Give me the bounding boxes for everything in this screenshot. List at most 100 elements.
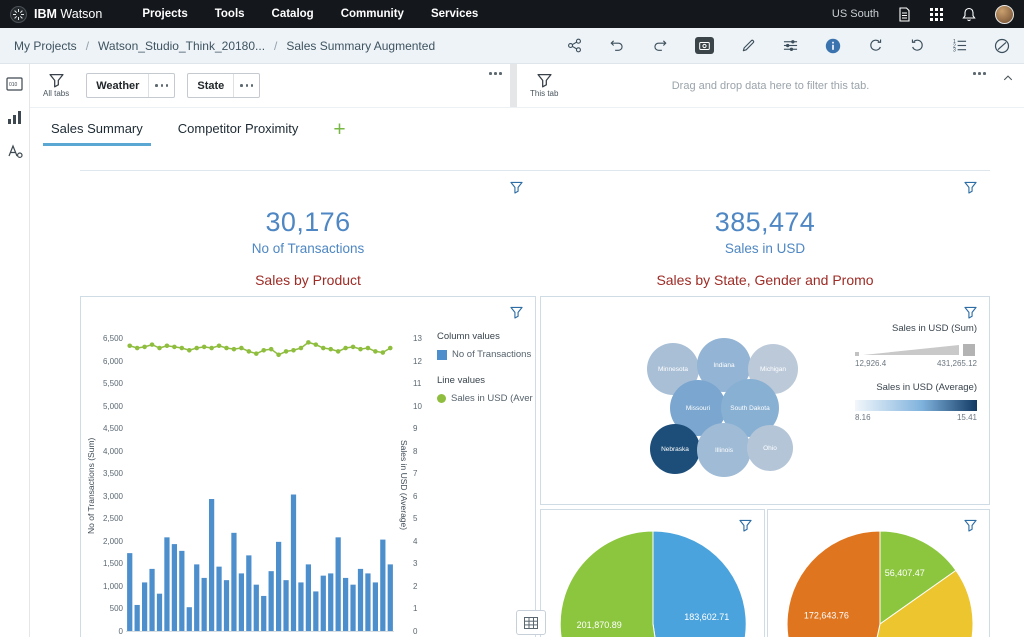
capture-button[interactable] (695, 37, 714, 54)
filter-chip-weather[interactable]: Weather (86, 73, 175, 98)
breadcrumb: My Projects / Watson_Studio_Think_20180.… (14, 39, 435, 53)
svg-text:Ohio: Ohio (763, 445, 777, 452)
watson-logo-icon (10, 6, 27, 23)
kpi-sales-value: 385,474 (715, 207, 815, 238)
share-icon[interactable] (567, 38, 582, 53)
nav-item-tools[interactable]: Tools (215, 8, 245, 20)
kpi-funnel-icon[interactable] (964, 181, 977, 194)
sales-by-state-chart[interactable]: MinnesotaIndianaMichiganMissouriSouth Da… (540, 296, 990, 505)
filter-drop-hint: Drag and drop data here to filter this t… (672, 80, 870, 92)
this-tab-funnel-icon (537, 73, 552, 88)
kpi-funnel-icon[interactable] (510, 181, 523, 194)
svg-text:Illinois: Illinois (715, 447, 734, 454)
breadcrumb-project[interactable]: Watson_Studio_Think_20180... (98, 39, 265, 53)
breadcrumb-dashboard[interactable]: Sales Summary Augmented (286, 39, 435, 53)
combo-plot[interactable] (126, 339, 394, 632)
chip-state-label: State (188, 80, 233, 92)
dashboard-tabs: Sales Summary Competitor Proximity + (30, 108, 1024, 146)
add-tab-button[interactable]: + (333, 121, 345, 146)
column-swatch (437, 350, 447, 360)
sliders-icon[interactable] (783, 38, 798, 53)
svg-text:Indiana: Indiana (713, 362, 735, 369)
legend-avg-label: Sales in USD (Average) (855, 382, 977, 393)
numbered-list-icon[interactable]: 123 (952, 38, 967, 53)
data-tray-button[interactable] (516, 610, 546, 635)
chart-funnel-icon[interactable] (510, 306, 523, 319)
redo-icon[interactable] (652, 38, 668, 53)
kpi-sales-label: Sales in USD (725, 241, 805, 256)
all-tabs-filter[interactable]: All tabs (43, 73, 69, 98)
more-options-icon[interactable] (973, 72, 986, 75)
region-label: US South (832, 8, 879, 20)
ibm-watson-brand[interactable]: IBM Watson (10, 6, 102, 23)
legend-column-label: No of Transactions (... (452, 349, 533, 360)
svg-text:Minnesota: Minnesota (658, 366, 688, 373)
reset-icon[interactable] (868, 38, 883, 53)
dashboard-canvas: 30,176 No of Transactions 385,474 Sales … (30, 146, 1024, 637)
legend-sum-max: 431,265.12 (937, 359, 977, 368)
this-tab-label: This tab (530, 89, 558, 98)
tab-competitor-proximity[interactable]: Competitor Proximity (178, 121, 299, 146)
legend-avg-min: 8.16 (855, 413, 871, 422)
more-options-icon[interactable] (489, 72, 502, 75)
refresh-icon[interactable] (910, 38, 925, 53)
pie-right-svg[interactable]: 56,407.47141,244.28172,643.76 (768, 510, 991, 637)
tab-sales-summary[interactable]: Sales Summary (51, 121, 143, 146)
nav-item-community[interactable]: Community (341, 8, 404, 20)
nav-item-projects[interactable]: Projects (142, 8, 187, 20)
svg-text:172,643.76: 172,643.76 (804, 610, 849, 620)
svg-text:183,602.71: 183,602.71 (684, 612, 729, 622)
svg-text:South Dakota: South Dakota (730, 405, 770, 412)
svg-text:Michigan: Michigan (760, 366, 786, 373)
pie-left-svg[interactable]: 183,602.71 201,870.89 (541, 510, 766, 637)
filter-row: All tabs Weather State This tab Drag (30, 64, 1024, 108)
blocked-icon[interactable] (994, 38, 1010, 54)
info-icon[interactable] (825, 38, 841, 54)
legend-line-label: Sales in USD (Avera... (451, 393, 533, 404)
nav-item-catalog[interactable]: Catalog (272, 8, 314, 20)
chip-menu-icon[interactable] (233, 74, 259, 97)
left-sidebar: 010 (0, 64, 30, 637)
size-legend-wedge (855, 342, 977, 357)
undo-icon[interactable] (609, 38, 625, 53)
color-legend-gradient (855, 400, 977, 411)
document-icon[interactable] (898, 7, 911, 22)
sales-by-state-title: Sales by State, Gender and Promo (540, 272, 990, 288)
line-swatch (437, 394, 446, 403)
brand-product: Watson (60, 7, 102, 21)
this-tab-filter[interactable]: This tab (530, 73, 558, 98)
legend-avg-max: 15.41 (957, 413, 977, 422)
user-avatar[interactable] (995, 5, 1014, 24)
brand-ibm: IBM (34, 7, 57, 21)
legend-column-header: Column values (437, 331, 533, 342)
collapse-chevron-icon[interactable] (1002, 72, 1014, 84)
bell-icon[interactable] (962, 7, 976, 22)
pen-icon[interactable] (741, 38, 756, 53)
nav-item-services[interactable]: Services (431, 8, 478, 20)
data-sources-icon[interactable]: 010 (6, 77, 23, 91)
legend-line-header: Line values (437, 375, 533, 386)
chip-menu-icon[interactable] (148, 74, 174, 97)
svg-text:56,407.47: 56,407.47 (885, 568, 925, 578)
filter-chip-state[interactable]: State (187, 73, 260, 98)
widgets-icon[interactable] (7, 144, 23, 159)
top-nav: IBM Watson Projects Tools Catalog Commun… (0, 0, 1024, 28)
visualizations-icon[interactable] (7, 110, 22, 125)
pie-chart-left[interactable]: 183,602.71 201,870.89 (540, 509, 765, 637)
bubble-legend: Sales in USD (Sum) 12,926.4 431,265.12 S… (855, 323, 977, 422)
sales-by-product-title: Sales by Product (80, 272, 536, 288)
breadcrumb-separator: / (274, 39, 277, 53)
chart-funnel-icon[interactable] (964, 519, 977, 532)
svg-text:010: 010 (9, 82, 18, 88)
svg-text:201,870.89: 201,870.89 (577, 620, 622, 630)
chart-funnel-icon[interactable] (739, 519, 752, 532)
apps-grid-icon[interactable] (930, 8, 943, 21)
pie-chart-right[interactable]: 56,407.47141,244.28172,643.76 (767, 509, 990, 637)
svg-text:3: 3 (953, 48, 956, 53)
all-tabs-filter-panel: All tabs Weather State (30, 64, 510, 107)
kpi-transactions-value: 30,176 (266, 207, 351, 238)
breadcrumb-my-projects[interactable]: My Projects (14, 39, 77, 53)
legend-sum-min: 12,926.4 (855, 359, 886, 368)
sales-by-product-chart[interactable]: No of Transactions (Sum) 6,5006,0005,500… (80, 296, 536, 637)
chart-funnel-icon[interactable] (964, 306, 977, 319)
